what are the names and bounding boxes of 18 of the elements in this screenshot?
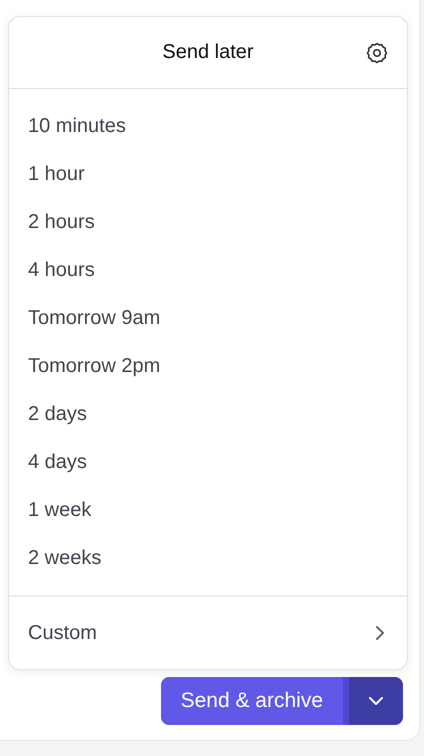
custom-label: Custom (28, 622, 97, 644)
menu-option[interactable]: 2 hours (9, 198, 407, 246)
chevron-down-icon (368, 696, 384, 706)
menu-title: Send later (162, 41, 254, 64)
menu-option[interactable]: Tomorrow 9am (9, 294, 407, 342)
menu-option[interactable]: 2 weeks (9, 534, 407, 582)
menu-option[interactable]: 4 days (9, 438, 407, 486)
settings-icon[interactable] (365, 41, 389, 65)
dropdown-button[interactable] (349, 677, 403, 725)
chevron-right-icon (375, 625, 385, 641)
menu-option[interactable]: 1 hour (9, 150, 407, 198)
send-archive-button[interactable]: Send & archive (160, 677, 349, 725)
menu-option[interactable]: 1 week (9, 486, 407, 534)
menu-option[interactable]: Tomorrow 2pm (9, 342, 407, 390)
menu-option[interactable]: 2 days (9, 390, 407, 438)
menu-option[interactable]: 10 minutes (9, 102, 407, 150)
custom-option[interactable]: Custom (9, 597, 407, 669)
menu-option[interactable]: 4 hours (9, 246, 407, 294)
